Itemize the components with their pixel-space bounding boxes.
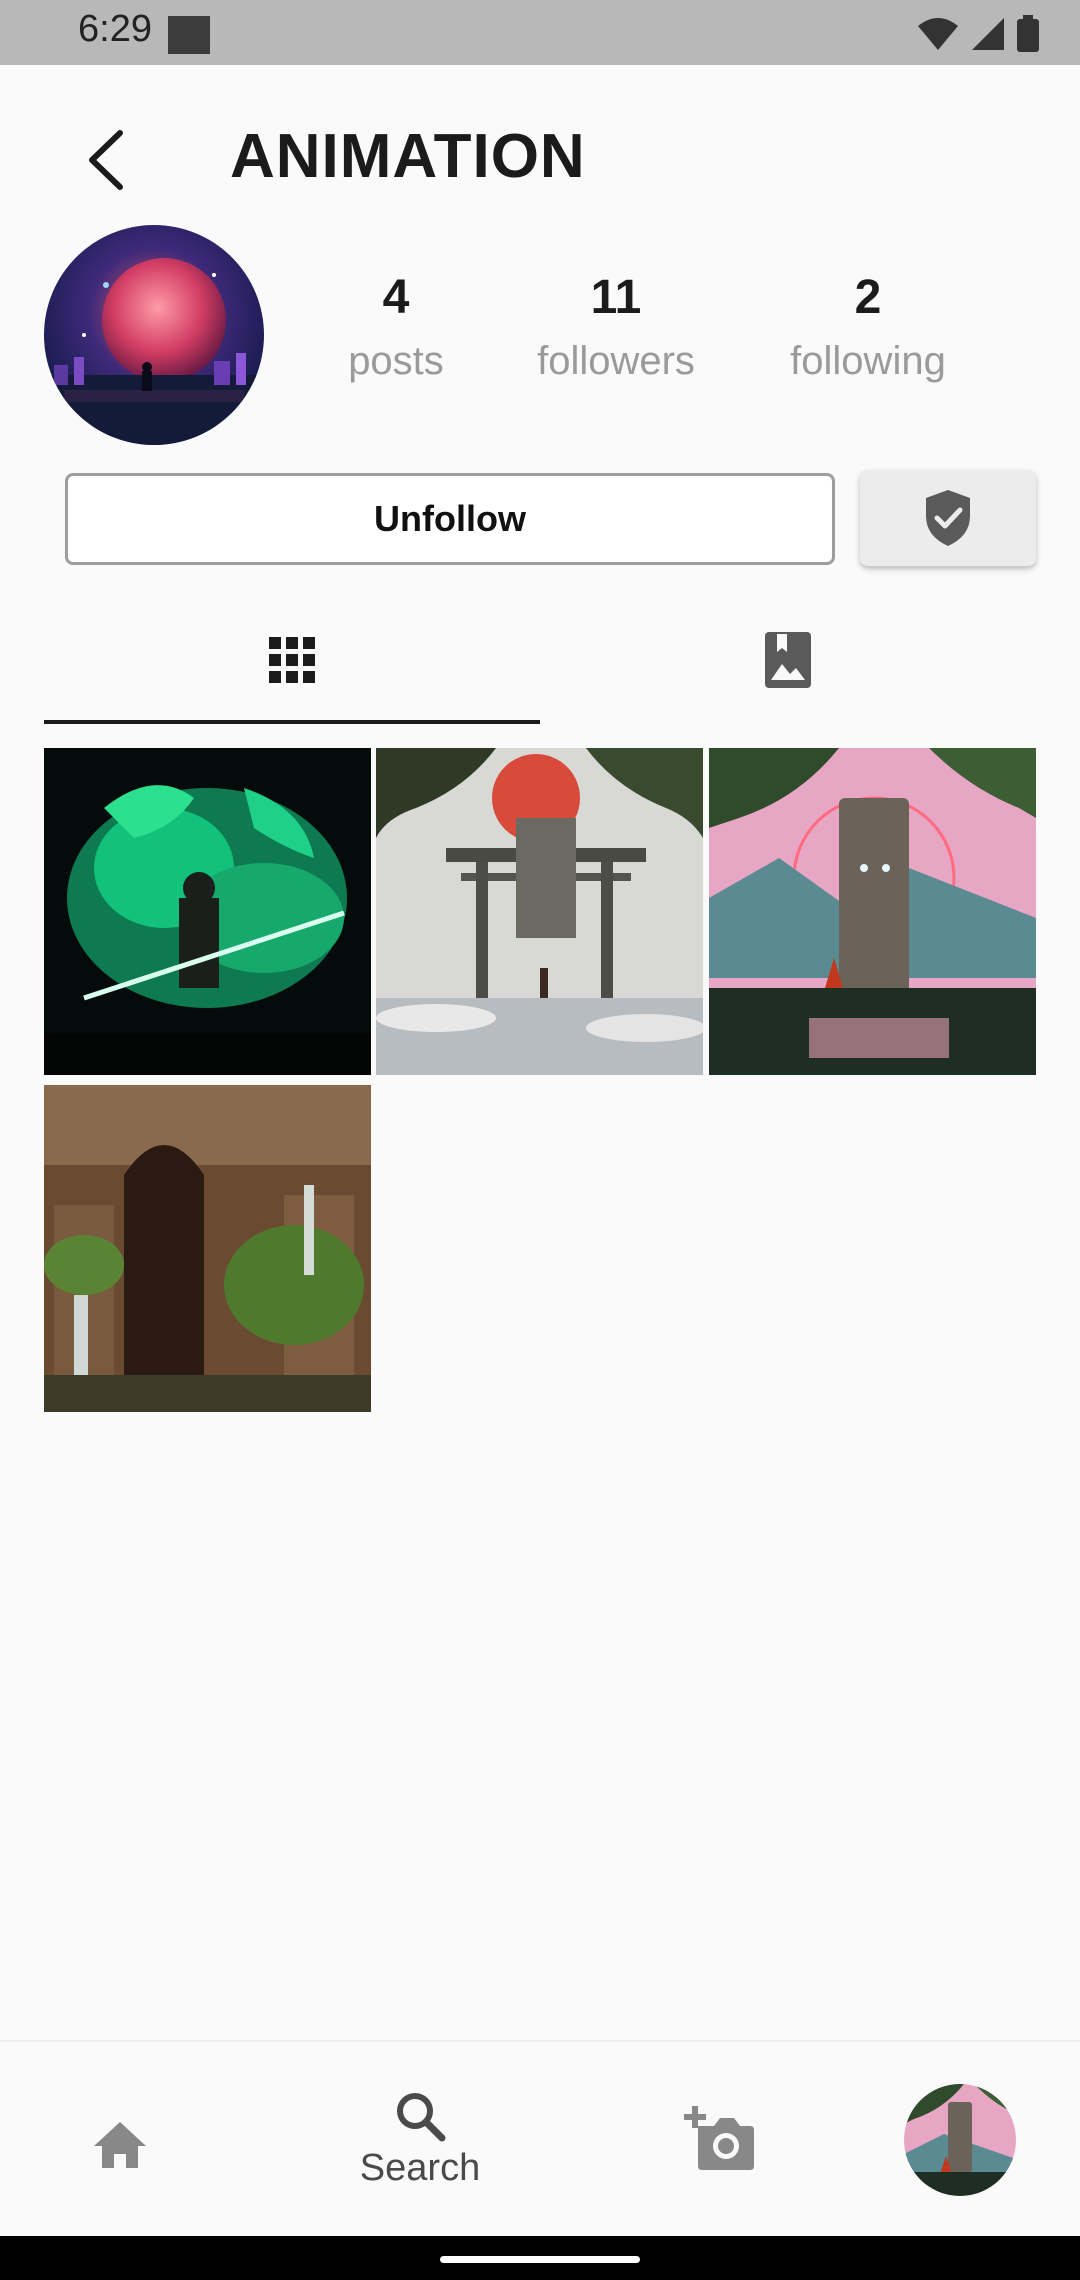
post-image (44, 1085, 371, 1412)
bottom-navigation: Search (0, 2040, 1080, 2238)
unfollow-button[interactable]: Unfollow (65, 473, 835, 565)
profile-avatar-image (904, 2084, 1016, 2196)
tab-indicator (44, 720, 540, 724)
back-button[interactable] (80, 125, 140, 195)
post-image (376, 748, 703, 1075)
status-bar: 6:29 (0, 0, 1080, 65)
following-count: 2 (854, 271, 882, 324)
nav-search[interactable]: Search (340, 2090, 500, 2190)
profile-avatar[interactable] (44, 225, 264, 445)
followers-stat[interactable]: 11 followers (506, 270, 726, 384)
grid-icon (269, 637, 315, 683)
shield-check-icon (926, 490, 970, 546)
verified-button[interactable] (860, 470, 1036, 566)
following-stat[interactable]: 2 following (758, 270, 978, 384)
wifi-icon (918, 18, 958, 50)
avatar-image (44, 225, 264, 445)
home-indicator[interactable] (440, 2256, 640, 2263)
posts-label: posts (348, 339, 444, 383)
nav-search-label: Search (359, 2147, 481, 2189)
post-image (44, 748, 371, 1075)
notification-icon (168, 16, 210, 54)
nav-home[interactable] (92, 2120, 148, 2175)
post-tile[interactable] (709, 748, 1036, 1075)
nav-profile-avatar[interactable] (904, 2084, 1016, 2196)
posts-stat[interactable]: 4 posts (286, 270, 506, 384)
battery-icon (1017, 15, 1039, 52)
following-label: following (790, 339, 946, 383)
saved-photos-icon (765, 632, 811, 688)
tab-saved[interactable] (540, 600, 1036, 720)
post-image (709, 748, 1036, 1075)
home-icon (94, 2122, 146, 2168)
status-time: 6:29 (78, 8, 152, 50)
post-tile[interactable] (44, 748, 371, 1075)
signal-icon (972, 18, 1004, 50)
post-tile[interactable] (44, 1085, 371, 1412)
arrow-back-icon (89, 130, 123, 190)
followers-count: 11 (590, 271, 642, 324)
page-title: ANIMATION (230, 122, 586, 191)
tab-grid[interactable] (44, 600, 540, 720)
posts-count: 4 (382, 271, 410, 324)
post-tile[interactable] (376, 748, 703, 1075)
gesture-bar (0, 2236, 1080, 2280)
app-header: ANIMATION (0, 65, 1080, 245)
search-icon (397, 2093, 446, 2142)
followers-label: followers (537, 339, 695, 383)
status-icons (916, 14, 1040, 54)
nav-add-photo[interactable] (684, 2106, 754, 2175)
add-a-photo-icon (684, 2106, 754, 2170)
